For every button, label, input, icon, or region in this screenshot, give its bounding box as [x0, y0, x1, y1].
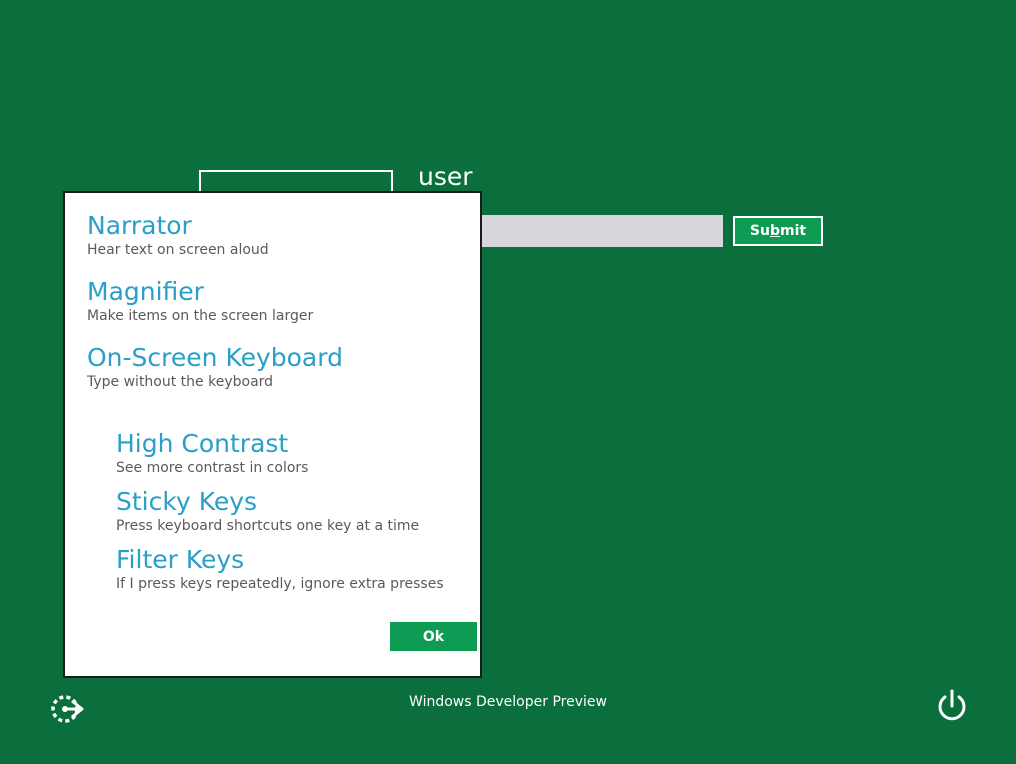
- option-filter-keys[interactable]: Filter Keys If I press keys repeatedly, …: [116, 545, 444, 593]
- option-description: Press keyboard shortcuts one key at a ti…: [116, 518, 420, 534]
- option-description: See more contrast in colors: [116, 460, 309, 476]
- option-description: If I press keys repeatedly, ignore extra…: [116, 576, 444, 592]
- option-sticky-keys[interactable]: Sticky Keys Press keyboard shortcuts one…: [116, 487, 419, 535]
- submit-label-part-1: Su: [749, 223, 770, 239]
- username-label: user: [418, 162, 473, 191]
- option-title: Magnifier: [87, 277, 204, 306]
- option-on-screen-keyboard[interactable]: On-Screen Keyboard Type without the keyb…: [87, 343, 343, 391]
- ease-of-access-dialog: Narrator Hear text on screen aloud Magni…: [63, 191, 482, 678]
- option-description: Make items on the screen larger: [87, 308, 314, 324]
- os-edition-label: Windows Developer Preview: [409, 694, 607, 710]
- password-input[interactable]: [440, 215, 723, 247]
- option-title: On-Screen Keyboard: [87, 343, 343, 372]
- submit-label-accesskey: b: [769, 223, 780, 239]
- option-magnifier[interactable]: Magnifier Make items on the screen large…: [87, 277, 313, 325]
- option-title: Filter Keys: [116, 545, 245, 574]
- submit-button[interactable]: Su b mit: [733, 216, 823, 246]
- power-icon[interactable]: [934, 688, 970, 724]
- option-title: Sticky Keys: [116, 487, 258, 516]
- option-high-contrast[interactable]: High Contrast See more contrast in color…: [116, 429, 308, 477]
- login-screen: user Submit Narrator Hear text on screen…: [0, 0, 1016, 764]
- option-description: Type without the keyboard: [87, 374, 274, 390]
- option-narrator[interactable]: Narrator Hear text on screen aloud: [87, 211, 269, 259]
- option-title: Narrator: [87, 211, 192, 240]
- ok-button[interactable]: Ok: [390, 622, 477, 651]
- option-description: Hear text on screen aloud: [87, 242, 269, 258]
- submit-label-part-2: mit: [780, 223, 807, 239]
- option-title: High Contrast: [116, 429, 289, 458]
